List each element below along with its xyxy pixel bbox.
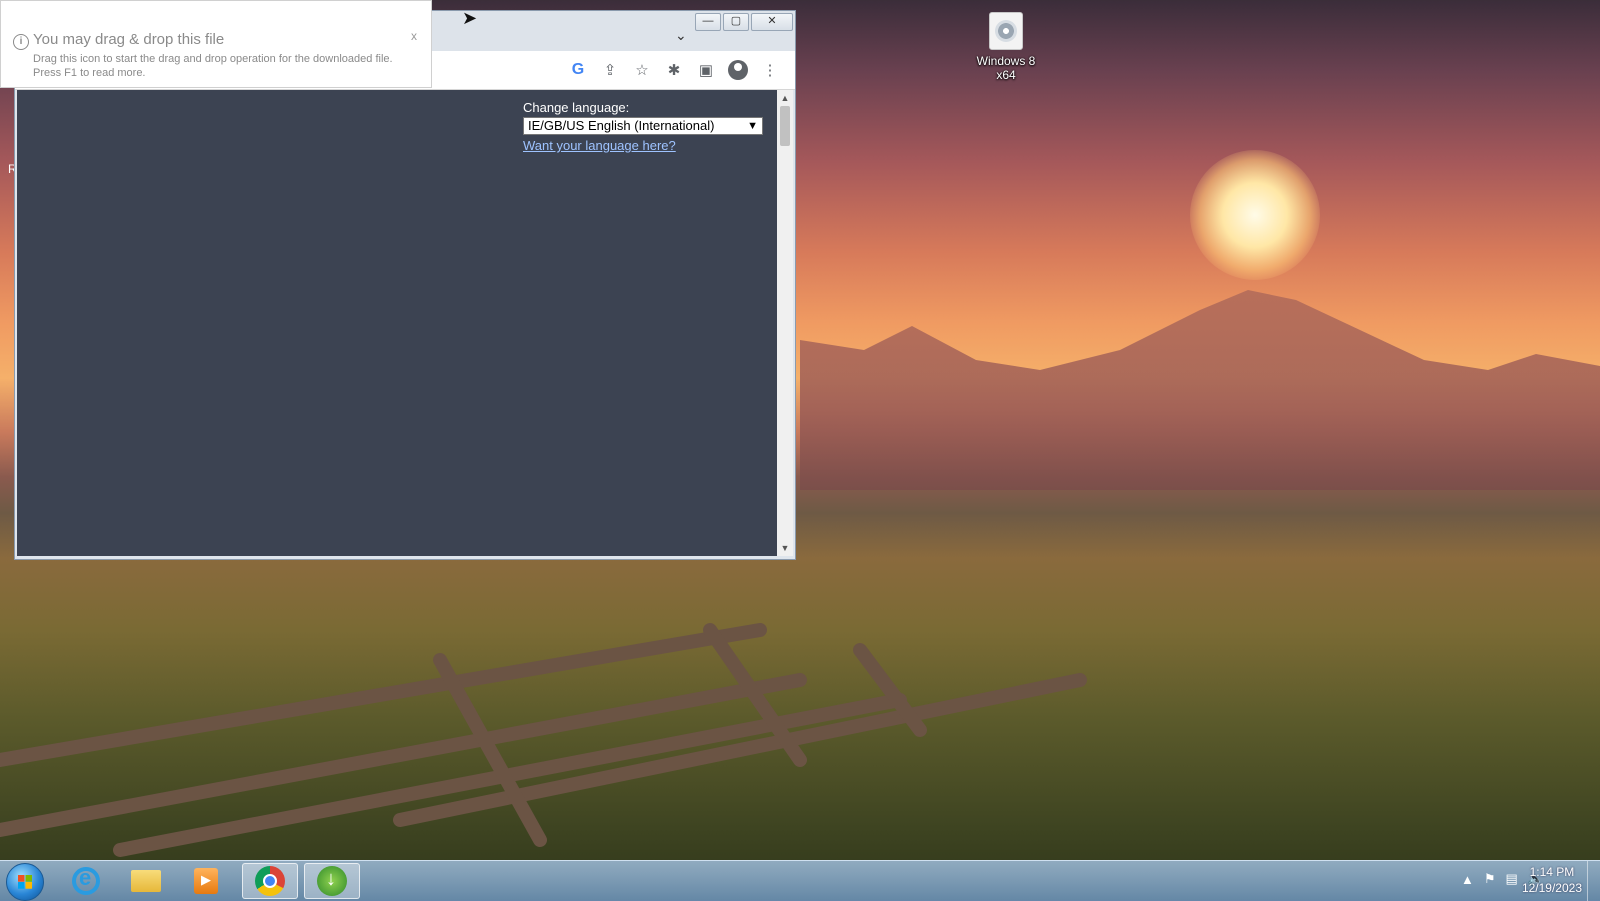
taskbar: ▲ ⚑ ▤ 🔈 1:14 PM 12/19/2023 <box>0 860 1600 901</box>
taskbar-download-manager[interactable] <box>304 863 360 899</box>
folder-icon <box>131 870 161 892</box>
language-selected-value: IE/GB/US English (International) <box>528 118 715 133</box>
vertical-scrollbar[interactable]: ▲ ▼ <box>777 90 793 556</box>
notification-line2: Press F1 to read more. <box>33 67 146 79</box>
show-desktop-button[interactable] <box>1587 861 1600 901</box>
drag-drop-notification: i You may drag & drop this file Drag thi… <box>0 0 432 88</box>
desktop-icon-label-line2: x64 <box>996 68 1016 82</box>
profile-button[interactable] <box>727 59 749 81</box>
wooden-fence <box>0 623 1087 857</box>
side-panel-icon[interactable]: ▣ <box>695 59 717 81</box>
media-player-icon <box>194 868 218 894</box>
chrome-icon <box>255 866 285 896</box>
taskbar-chrome[interactable] <box>242 863 298 899</box>
taskbar-internet-explorer[interactable] <box>58 863 114 899</box>
language-label: Change language: <box>523 100 630 115</box>
network-icon[interactable]: ▤ <box>1506 871 1518 887</box>
taskbar-media-player[interactable] <box>178 863 234 899</box>
notification-title: You may drag & drop this file <box>33 31 225 48</box>
scroll-down-icon[interactable]: ▼ <box>777 540 793 556</box>
language-select[interactable]: IE/GB/US English (International) ▼ <box>523 117 763 135</box>
language-selector: Change language: IE/GB/US English (Inter… <box>523 100 763 153</box>
scroll-up-icon[interactable]: ▲ <box>777 90 793 106</box>
profile-icon <box>728 60 748 80</box>
scroll-thumb[interactable] <box>780 106 790 146</box>
system-clock[interactable]: 1:14 PM 12/19/2023 <box>1522 864 1582 896</box>
mouse-cursor-icon: ➤ <box>462 8 478 28</box>
google-icon[interactable]: G <box>567 59 589 81</box>
star-icon[interactable]: ☆ <box>631 59 653 81</box>
taskbar-file-explorer[interactable] <box>118 863 174 899</box>
minimize-button[interactable]: — <box>695 13 721 31</box>
mountain-silhouette <box>800 290 1600 490</box>
notification-line1: Drag this icon to start the drag and dro… <box>33 53 393 65</box>
menu-icon[interactable]: ⋮ <box>759 59 781 81</box>
sunset-sun <box>1190 150 1320 280</box>
show-hidden-icons-icon[interactable]: ▲ <box>1461 872 1474 887</box>
maximize-button[interactable]: ▢ <box>723 13 749 31</box>
notification-close-button[interactable]: x <box>411 29 417 43</box>
disc-image-icon <box>989 12 1023 50</box>
page-content: Change language: IE/GB/US English (Inter… <box>17 90 777 556</box>
start-button[interactable] <box>6 863 44 901</box>
close-button[interactable]: ✕ <box>751 13 793 31</box>
share-icon[interactable]: ⇪ <box>599 59 621 81</box>
action-center-icon[interactable]: ⚑ <box>1484 871 1496 887</box>
clock-time: 1:14 PM <box>1529 865 1575 879</box>
desktop-icon-label-line1: Windows 8 <box>976 54 1036 68</box>
desktop-icon-windows8-iso[interactable]: Windows 8 x64 <box>968 10 1044 82</box>
internet-explorer-icon <box>72 865 100 895</box>
language-request-link[interactable]: Want your language here? <box>523 138 763 153</box>
extensions-icon[interactable]: ✱ <box>663 59 685 81</box>
browser-window: ⌄ — ▢ ✕ G ⇪ ☆ ✱ ▣ ⋮ Change language: IE/… <box>14 10 796 560</box>
chevron-down-icon: ▼ <box>747 120 758 132</box>
clock-date: 12/19/2023 <box>1521 881 1582 895</box>
download-manager-icon <box>317 866 347 896</box>
tab-search-chevron-icon[interactable]: ⌄ <box>675 27 687 44</box>
info-icon: i <box>13 34 29 50</box>
